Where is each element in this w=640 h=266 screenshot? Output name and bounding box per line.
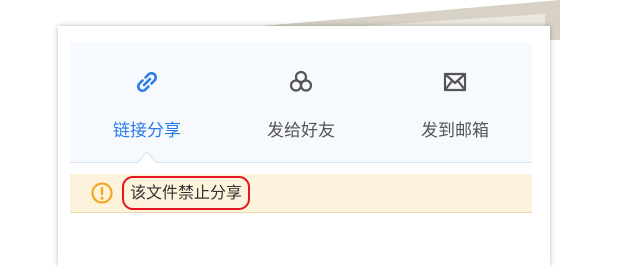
tab-send-to-email[interactable]: 发到邮箱 [378, 42, 532, 162]
tab-send-to-friends-label: 发给好友 [267, 121, 335, 141]
mail-icon [441, 68, 469, 96]
notice-text: 该文件禁止分享 [122, 176, 251, 210]
warning-icon [90, 181, 114, 205]
share-dialog: 链接分享 发给好友 发到邮箱 该文件禁止分享 [58, 26, 550, 266]
link-icon [133, 68, 161, 96]
active-tab-pointer [137, 151, 157, 163]
friends-icon [287, 68, 315, 96]
tab-send-to-email-label: 发到邮箱 [421, 121, 489, 141]
share-method-tabs: 链接分享 发给好友 发到邮箱 [70, 42, 532, 163]
tab-link-share-label: 链接分享 [113, 121, 181, 141]
tab-link-share[interactable]: 链接分享 [70, 42, 224, 162]
tab-send-to-friends[interactable]: 发给好友 [224, 42, 378, 162]
share-forbidden-notice: 该文件禁止分享 [70, 174, 532, 213]
